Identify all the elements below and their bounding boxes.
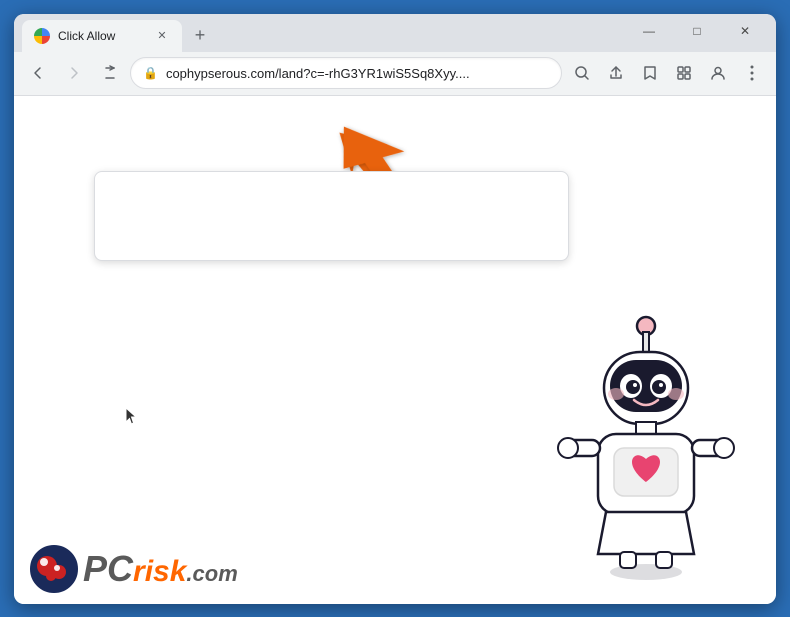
forward-button[interactable] — [58, 57, 90, 89]
browser-window: Click Allow ✕ + — □ ✕ 🔒 cophypserous.com… — [14, 14, 776, 604]
tab-favicon — [34, 28, 50, 44]
pcrisk-logo: PC risk .com — [29, 544, 238, 594]
address-bar[interactable]: 🔒 cophypserous.com/land?c=-rhG3YR1wiS5Sq… — [130, 57, 562, 89]
pcrisk-text-container: PC risk .com — [83, 548, 238, 590]
mouse-cursor — [124, 406, 142, 434]
toolbar-icons — [566, 57, 768, 89]
pcrisk-pc-text: PC — [83, 548, 133, 590]
profile-icon-button[interactable] — [702, 57, 734, 89]
url-text: cophypserous.com/land?c=-rhG3YR1wiS5Sq8X… — [166, 66, 549, 81]
pcrisk-dotcom-text: .com — [186, 561, 237, 587]
new-tab-button[interactable]: + — [186, 22, 214, 50]
tab-area: Click Allow ✕ + — [22, 14, 626, 52]
tab-title: Click Allow — [58, 29, 146, 43]
bookmark-icon-button[interactable] — [634, 57, 666, 89]
reload-button[interactable] — [94, 57, 126, 89]
robot-image — [546, 304, 746, 584]
share-icon-button[interactable] — [600, 57, 632, 89]
pcrisk-risk-text: risk — [133, 555, 186, 589]
window-controls: — □ ✕ — [626, 15, 768, 51]
page-content: PC risk .com — [14, 96, 776, 604]
search-icon-button[interactable] — [566, 57, 598, 89]
tab-close-button[interactable]: ✕ — [154, 28, 170, 44]
maximize-button[interactable]: □ — [674, 15, 720, 47]
back-button[interactable] — [22, 57, 54, 89]
notification-box — [94, 171, 569, 261]
toolbar: 🔒 cophypserous.com/land?c=-rhG3YR1wiS5Sq… — [14, 52, 776, 96]
title-bar: Click Allow ✕ + — □ ✕ — [14, 14, 776, 52]
extensions-icon-button[interactable] — [668, 57, 700, 89]
close-button[interactable]: ✕ — [722, 15, 768, 47]
active-tab[interactable]: Click Allow ✕ — [22, 20, 182, 52]
pcrisk-icon — [29, 544, 79, 594]
menu-icon-button[interactable] — [736, 57, 768, 89]
minimize-button[interactable]: — — [626, 15, 672, 47]
lock-icon: 🔒 — [143, 66, 158, 80]
